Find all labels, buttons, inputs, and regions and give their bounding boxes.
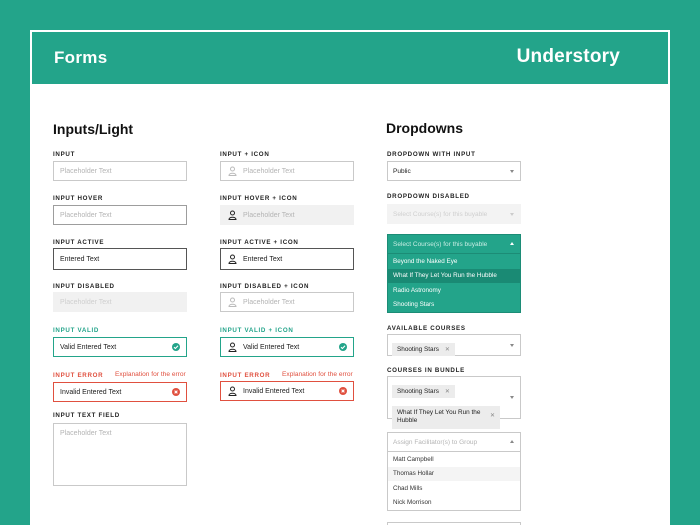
user-icon: [227, 254, 237, 264]
facilitator-placeholder: Assign Facilitator(s) to Group: [393, 438, 478, 446]
input-disabled-field: Placeholder Text: [53, 292, 187, 312]
dropdown-option[interactable]: Beyond the Naked Eye: [388, 254, 520, 269]
dropdown-open-placeholder: Select Course(s) for this buyable: [393, 240, 488, 248]
input-disabled-label: INPUT DISABLED: [53, 283, 115, 290]
user-icon: [227, 342, 237, 352]
facilitator-option[interactable]: Matt Campbell: [388, 452, 520, 467]
dropdown-option[interactable]: Shooting Stars: [388, 298, 520, 313]
x-circle-icon: [339, 387, 347, 395]
facilitator-list: Matt Campbell Thomas Hollar Chad Mills N…: [387, 452, 521, 511]
input-error-value: Invalid Entered Text: [60, 388, 122, 396]
user-icon: [227, 386, 237, 396]
user-icon: [227, 166, 237, 176]
input-error-icon-value: Invalid Entered Text: [243, 387, 305, 395]
course-chip: Shooting Stars ✕: [392, 343, 455, 356]
input-valid-icon-value: Valid Entered Text: [243, 343, 300, 351]
course-chip-label: Shooting Stars: [397, 346, 439, 353]
chevron-up-icon: [510, 440, 514, 443]
input-hover-icon-placeholder: Placeholder Text: [243, 211, 295, 219]
brand-logo: Understory: [516, 46, 620, 67]
available-courses-label: AVAILABLE COURSES: [387, 325, 466, 332]
input-icon-placeholder: Placeholder Text: [243, 167, 295, 175]
facilitator-option[interactable]: Chad Mills: [388, 481, 520, 496]
dropdown-open[interactable]: Select Course(s) for this buyable: [387, 234, 521, 254]
close-icon[interactable]: ✕: [445, 388, 450, 395]
dropdowns-section-title: Dropdowns: [386, 120, 463, 136]
dropdown-with-input-value: Public: [393, 167, 411, 175]
check-circle-icon: [339, 343, 347, 351]
check-circle-icon: [172, 343, 180, 351]
chevron-down-icon: [510, 170, 514, 173]
x-circle-icon: [172, 388, 180, 396]
chevron-down-icon: [510, 213, 514, 216]
facilitator-dropdown[interactable]: Assign Facilitator(s) to Group: [387, 432, 521, 452]
chevron-up-icon: [510, 242, 514, 245]
input-error-icon-label: INPUT ERROR: [220, 372, 271, 379]
dropdown-option[interactable]: What If They Let You Run the Hubble: [388, 268, 520, 283]
course-chip: Shooting Stars ✕: [392, 385, 455, 398]
facilitator-option[interactable]: Thomas Hollar: [388, 466, 520, 481]
course-chip-label: Shooting Stars: [397, 388, 439, 395]
dropdown-disabled: Select Course(s) for this buyable: [387, 204, 521, 224]
dropdown-disabled-label: DROPDOWN DISABLED: [387, 193, 470, 200]
dropdown-open-list: Beyond the Naked Eye What If They Let Yo…: [387, 254, 521, 313]
facilitator-option[interactable]: Nick Morrison: [388, 496, 520, 511]
user-icon: [227, 210, 237, 220]
input-active-label: INPUT ACTIVE: [53, 239, 105, 246]
input-valid-value: Valid Entered Text: [60, 343, 117, 351]
course-chip-label: What If They Let You Run the Hubble: [397, 409, 481, 425]
forms-card: Forms Understory Inputs/Light INPUT Plac…: [30, 30, 670, 525]
user-icon: [227, 297, 237, 307]
input-hover-icon-label: INPUT HOVER + ICON: [220, 195, 298, 202]
dropdown-with-input-label: DROPDOWN WITH INPUT: [387, 151, 476, 158]
input-disabled-icon-field: Placeholder Text: [220, 292, 354, 312]
header-bar: Forms Understory: [30, 30, 670, 84]
page-title: Forms: [54, 48, 108, 67]
input-textfield-label: INPUT TEXT FIELD: [53, 412, 120, 419]
input-hover-icon-field[interactable]: Placeholder Text: [220, 205, 354, 225]
input-active-field[interactable]: Entered Text: [53, 248, 187, 270]
input-active-icon-label: INPUT ACTIVE + ICON: [220, 239, 299, 246]
input-error-message: Explanation for the error: [115, 371, 186, 378]
input-hover-field[interactable]: Placeholder Text: [53, 205, 187, 225]
inputs-section-title: Inputs/Light: [53, 121, 134, 137]
chevron-down-icon: [510, 344, 514, 347]
dropdown-disabled-placeholder: Select Course(s) for this buyable: [393, 210, 488, 218]
input-error-label: INPUT ERROR: [53, 372, 104, 379]
available-courses-select[interactable]: Shooting Stars ✕: [387, 334, 521, 356]
input-icon-field[interactable]: Placeholder Text: [220, 161, 354, 181]
course-chip: What If They Let You Run the Hubble ✕: [392, 406, 500, 429]
courses-in-bundle-select[interactable]: Shooting Stars ✕ What If They Let You Ru…: [387, 376, 521, 429]
chevron-down-icon: [510, 396, 514, 399]
input-active-icon-field[interactable]: Entered Text: [220, 248, 354, 270]
dropdown-option[interactable]: Radio Astronomy: [388, 283, 520, 298]
input-error-field[interactable]: Invalid Entered Text: [53, 382, 187, 402]
courses-in-bundle-label: COURSES IN BUNDLE: [387, 367, 465, 374]
dropdown-with-input[interactable]: Public: [387, 161, 521, 181]
input-disabled-icon-label: INPUT DISABLED + ICON: [220, 283, 310, 290]
input-valid-icon-field[interactable]: Valid Entered Text: [220, 337, 354, 357]
close-icon[interactable]: ✕: [490, 413, 495, 421]
input-error-icon-field[interactable]: Invalid Entered Text: [220, 381, 354, 401]
close-icon[interactable]: ✕: [445, 346, 450, 353]
input-disabled-icon-placeholder: Placeholder Text: [243, 298, 295, 306]
input-valid-label: INPUT VALID: [53, 327, 100, 334]
input-textfield[interactable]: Placeholder Text: [53, 423, 187, 486]
input-hover-label: INPUT HOVER: [53, 195, 103, 202]
input-label: INPUT: [53, 151, 76, 158]
input-active-icon-value: Entered Text: [243, 255, 283, 263]
input-field[interactable]: Placeholder Text: [53, 161, 187, 181]
input-valid-icon-label: INPUT VALID + ICON: [220, 327, 294, 334]
input-error-icon-message: Explanation for the error: [282, 371, 353, 378]
input-icon-label: INPUT + ICON: [220, 151, 270, 158]
input-valid-field[interactable]: Valid Entered Text: [53, 337, 187, 357]
